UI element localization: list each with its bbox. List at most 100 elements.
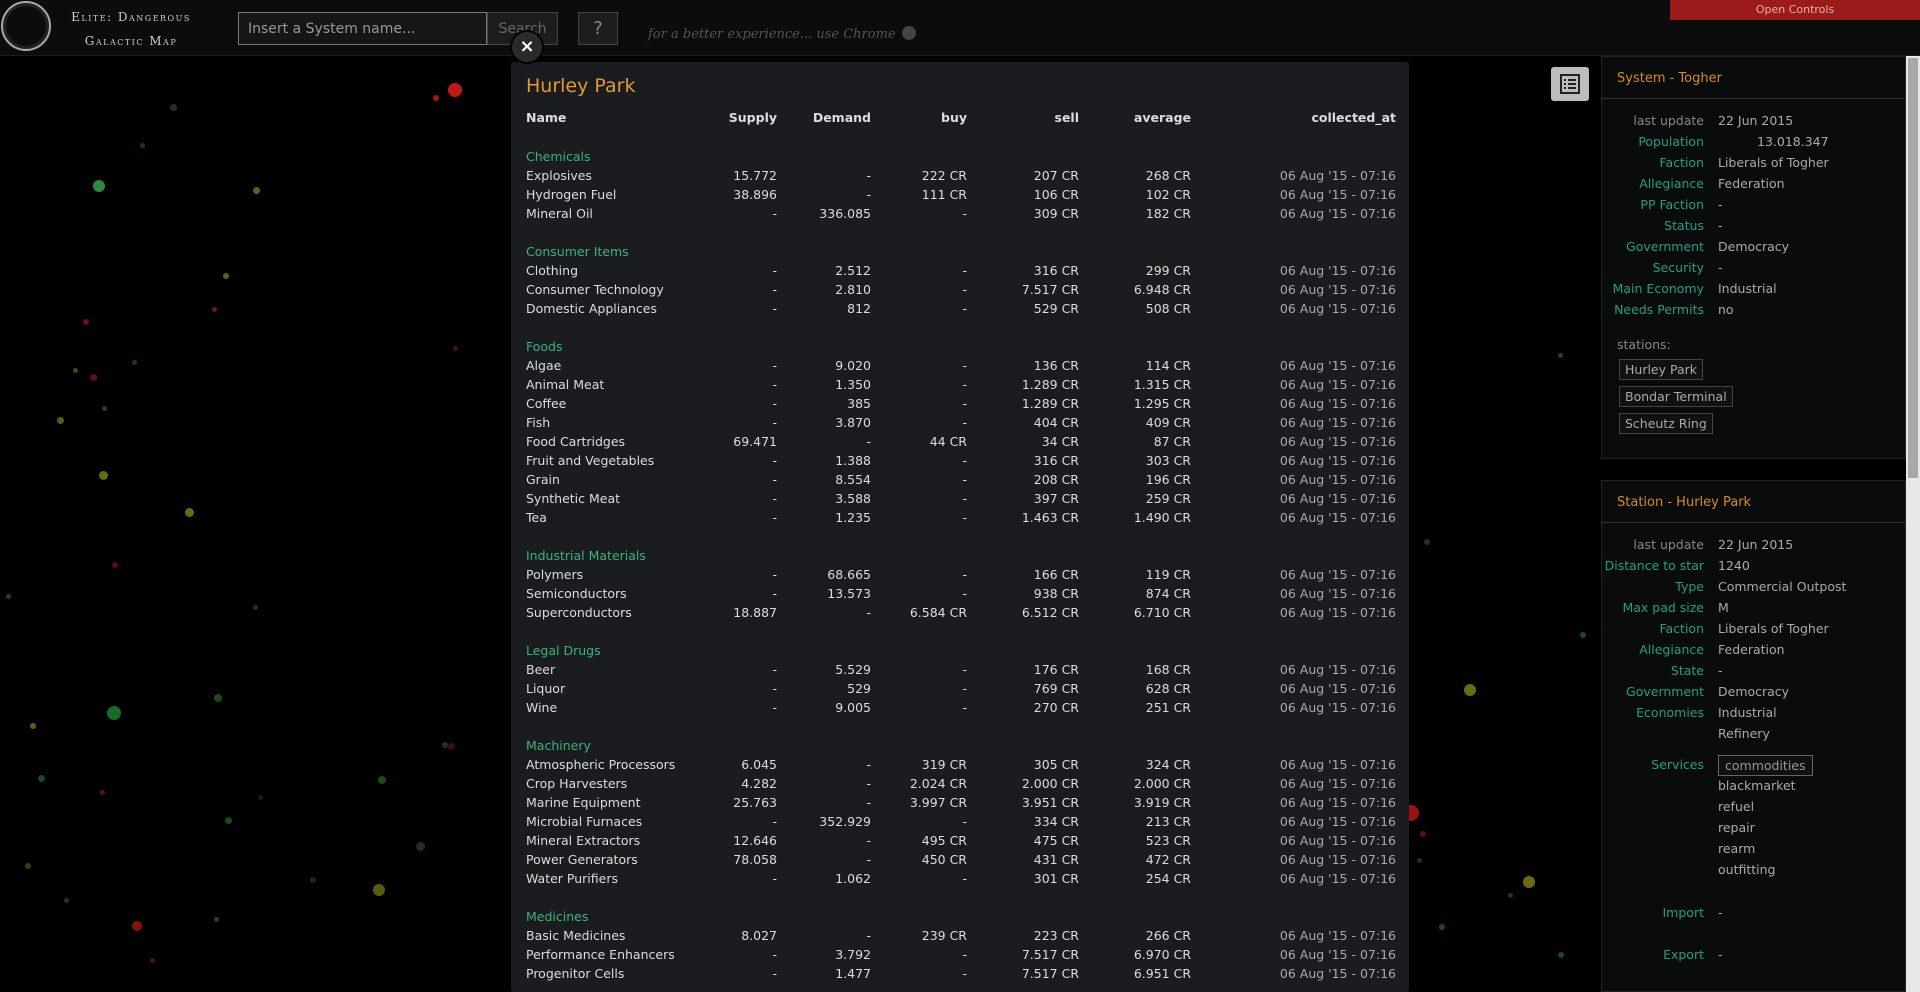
star-marker[interactable]	[56, 416, 64, 424]
star-marker[interactable]	[452, 345, 458, 351]
system-search-input[interactable]	[238, 12, 487, 45]
commodity-row[interactable]: Microbial Furnaces - 352.929 - 334 CR 213 CR 0…	[526, 812, 1396, 831]
star-marker[interactable]	[139, 142, 145, 148]
commodity-row[interactable]: Food Cartridges 69.471 - 44 CR 34 CR 87 CR 06 …	[526, 432, 1396, 451]
commodity-row[interactable]: Liquor - 529 - 769 CR 628 CR 06 Aug '15 - 07:1…	[526, 679, 1396, 698]
star-marker[interactable]	[448, 83, 462, 97]
star-marker[interactable]	[1464, 684, 1476, 696]
star-marker[interactable]	[99, 789, 105, 795]
commodity-row[interactable]: Algae - 9.020 - 136 CR 114 CR 06 Aug '15 - 07:…	[526, 356, 1396, 375]
star-marker[interactable]	[169, 103, 177, 111]
col-collected-at[interactable]: collected_at	[1191, 106, 1396, 128]
star-marker[interactable]	[149, 957, 155, 963]
open-controls-button[interactable]: Open Controls	[1670, 0, 1920, 20]
star-marker[interactable]	[72, 367, 78, 373]
help-button[interactable]: ?	[578, 12, 618, 45]
commodity-row[interactable]: Explosives 15.772 - 222 CR 207 CR 268 CR 06 Au…	[526, 166, 1396, 185]
commodity-row[interactable]: Consumer Technology - 2.810 - 7.517 CR 6.948 …	[526, 280, 1396, 299]
col-sell[interactable]: sell	[967, 106, 1080, 128]
star-marker[interactable]	[447, 742, 455, 750]
commodity-row[interactable]: Crop Harvesters 4.282 - 2.024 CR 2.000 CR 2.0…	[526, 774, 1396, 793]
commodity-row[interactable]: Wine - 9.005 - 270 CR 251 CR 06 Aug '15 - 07:1…	[526, 698, 1396, 717]
star-marker[interactable]	[37, 774, 45, 782]
commodity-row[interactable]: Water Purifiers - 1.062 - 301 CR 254 CR 06 Aug…	[526, 869, 1396, 888]
star-marker[interactable]	[223, 273, 229, 279]
commodity-row[interactable]: Progenitor Cells - 1.477 - 7.517 CR 6.951 CR 0…	[526, 964, 1396, 983]
star-marker[interactable]	[112, 562, 118, 568]
star-marker[interactable]	[1580, 632, 1586, 638]
col-name[interactable]: Name	[526, 106, 726, 128]
station-chip[interactable]: Hurley Park	[1619, 359, 1704, 380]
commodity-row[interactable]: Animal Meat - 1.350 - 1.289 CR 1.315 CR 06 Aug…	[526, 375, 1396, 394]
commodity-row[interactable]: Polymers - 68.665 - 166 CR 119 CR 06 Aug '15 -…	[526, 565, 1396, 584]
col-supply[interactable]: Supply	[726, 106, 777, 128]
star-marker[interactable]	[5, 593, 11, 599]
commodity-row[interactable]: Clothing - 2.512 - 316 CR 299 CR 06 Aug '15 - …	[526, 261, 1396, 280]
star-marker[interactable]	[257, 794, 263, 800]
star-marker[interactable]	[89, 373, 97, 381]
station-chip[interactable]: Scheutz Ring	[1619, 413, 1713, 434]
col-average[interactable]: average	[1079, 106, 1191, 128]
commodity-row[interactable]: Mineral Oil - 336.085 - 309 CR 182 CR 06 Aug '…	[526, 204, 1396, 223]
list-toggle-button[interactable]	[1551, 67, 1589, 101]
commodity-row[interactable]: Mineral Extractors 12.646 - 495 CR 475 CR 523…	[526, 831, 1396, 850]
commodity-row[interactable]: Performance Enhancers - 3.792 - 7.517 CR 6.97…	[526, 945, 1396, 964]
close-modal-button[interactable]: ×	[510, 30, 544, 64]
star-marker[interactable]	[1558, 952, 1564, 958]
commodity-row[interactable]: Hydrogen Fuel 38.896 - 111 CR 106 CR 102 CR 06…	[526, 185, 1396, 204]
service-chip[interactable]: commodities	[1718, 755, 1813, 776]
commodity-row[interactable]: Grain - 8.554 - 208 CR 196 CR 06 Aug '15 - 07:…	[526, 470, 1396, 489]
star-marker[interactable]	[1507, 892, 1513, 898]
star-marker[interactable]	[1557, 352, 1563, 358]
item-buy: 222 CR	[921, 168, 967, 183]
commodity-row[interactable]: Fruit and Vegetables - 1.388 - 316 CR 303 CR 0…	[526, 451, 1396, 470]
star-marker[interactable]	[373, 884, 385, 896]
star-marker[interactable]	[184, 507, 194, 517]
commodity-row[interactable]: Marine Equipment 25.763 - 3.997 CR 3.951 CR 3…	[526, 793, 1396, 812]
item-sell: 938 CR	[1033, 586, 1079, 601]
station-chip[interactable]: Bondar Terminal	[1619, 386, 1733, 407]
star-marker[interactable]	[211, 306, 217, 312]
commodity-row[interactable]: Tea - 1.235 - 1.463 CR 1.490 CR 06 Aug '15 - 0…	[526, 508, 1396, 527]
star-marker[interactable]	[378, 776, 386, 784]
star-marker[interactable]	[132, 921, 142, 931]
star-marker[interactable]	[415, 841, 425, 851]
star-marker[interactable]	[101, 405, 107, 411]
star-marker[interactable]	[93, 180, 105, 192]
star-marker[interactable]	[25, 863, 31, 869]
star-marker[interactable]	[1424, 539, 1430, 545]
star-marker[interactable]	[63, 897, 69, 903]
star-marker[interactable]	[1523, 876, 1535, 888]
star-marker[interactable]	[433, 95, 439, 101]
star-marker[interactable]	[310, 877, 316, 883]
commodity-row[interactable]: Semiconductors - 13.573 - 938 CR 874 CR 06 Aug…	[526, 584, 1396, 603]
star-marker[interactable]	[131, 359, 137, 365]
star-marker[interactable]	[214, 694, 222, 702]
star-marker[interactable]	[1416, 857, 1422, 863]
commodity-row[interactable]: Basic Medicines 8.027 - 239 CR 223 CR 266 CR 0…	[526, 926, 1396, 945]
item-sell: 1.289 CR	[1021, 396, 1079, 411]
star-marker[interactable]	[252, 186, 260, 194]
star-marker[interactable]	[1439, 924, 1445, 930]
star-marker[interactable]	[107, 706, 121, 720]
commodity-row[interactable]: Domestic Appliances - 812 - 529 CR 508 CR 06 A…	[526, 299, 1396, 318]
star-marker[interactable]	[30, 723, 36, 729]
star-marker[interactable]	[224, 816, 232, 824]
star-marker[interactable]	[252, 604, 258, 610]
col-demand[interactable]: Demand	[777, 106, 871, 128]
commodity-row[interactable]: Coffee - 385 - 1.289 CR 1.295 CR 06 Aug '15 - …	[526, 394, 1396, 413]
commodity-row[interactable]: Beer - 5.529 - 176 CR 168 CR 06 Aug '15 - 07:1…	[526, 660, 1396, 679]
col-buy[interactable]: buy	[871, 106, 967, 128]
star-marker[interactable]	[213, 916, 219, 922]
scrollbar-thumb[interactable]	[1908, 58, 1918, 478]
commodity-row[interactable]: Atmospheric Processors 6.045 - 319 CR 305 CR…	[526, 755, 1396, 774]
commodity-row[interactable]: Fish - 3.870 - 404 CR 409 CR 06 Aug '15 - 07:1…	[526, 413, 1396, 432]
commodity-row[interactable]: Power Generators 78.058 - 450 CR 431 CR 472 C…	[526, 850, 1396, 869]
star-marker[interactable]	[1420, 831, 1426, 837]
commodity-row[interactable]: Synthetic Meat - 3.588 - 397 CR 259 CR 06 Aug …	[526, 489, 1396, 508]
commodity-row[interactable]: Superconductors 18.887 - 6.584 CR 6.512 CR 6.…	[526, 603, 1396, 622]
page-scrollbar[interactable]	[1906, 56, 1920, 992]
star-marker[interactable]	[442, 742, 448, 748]
star-marker[interactable]	[98, 470, 108, 480]
star-marker[interactable]	[83, 319, 89, 325]
